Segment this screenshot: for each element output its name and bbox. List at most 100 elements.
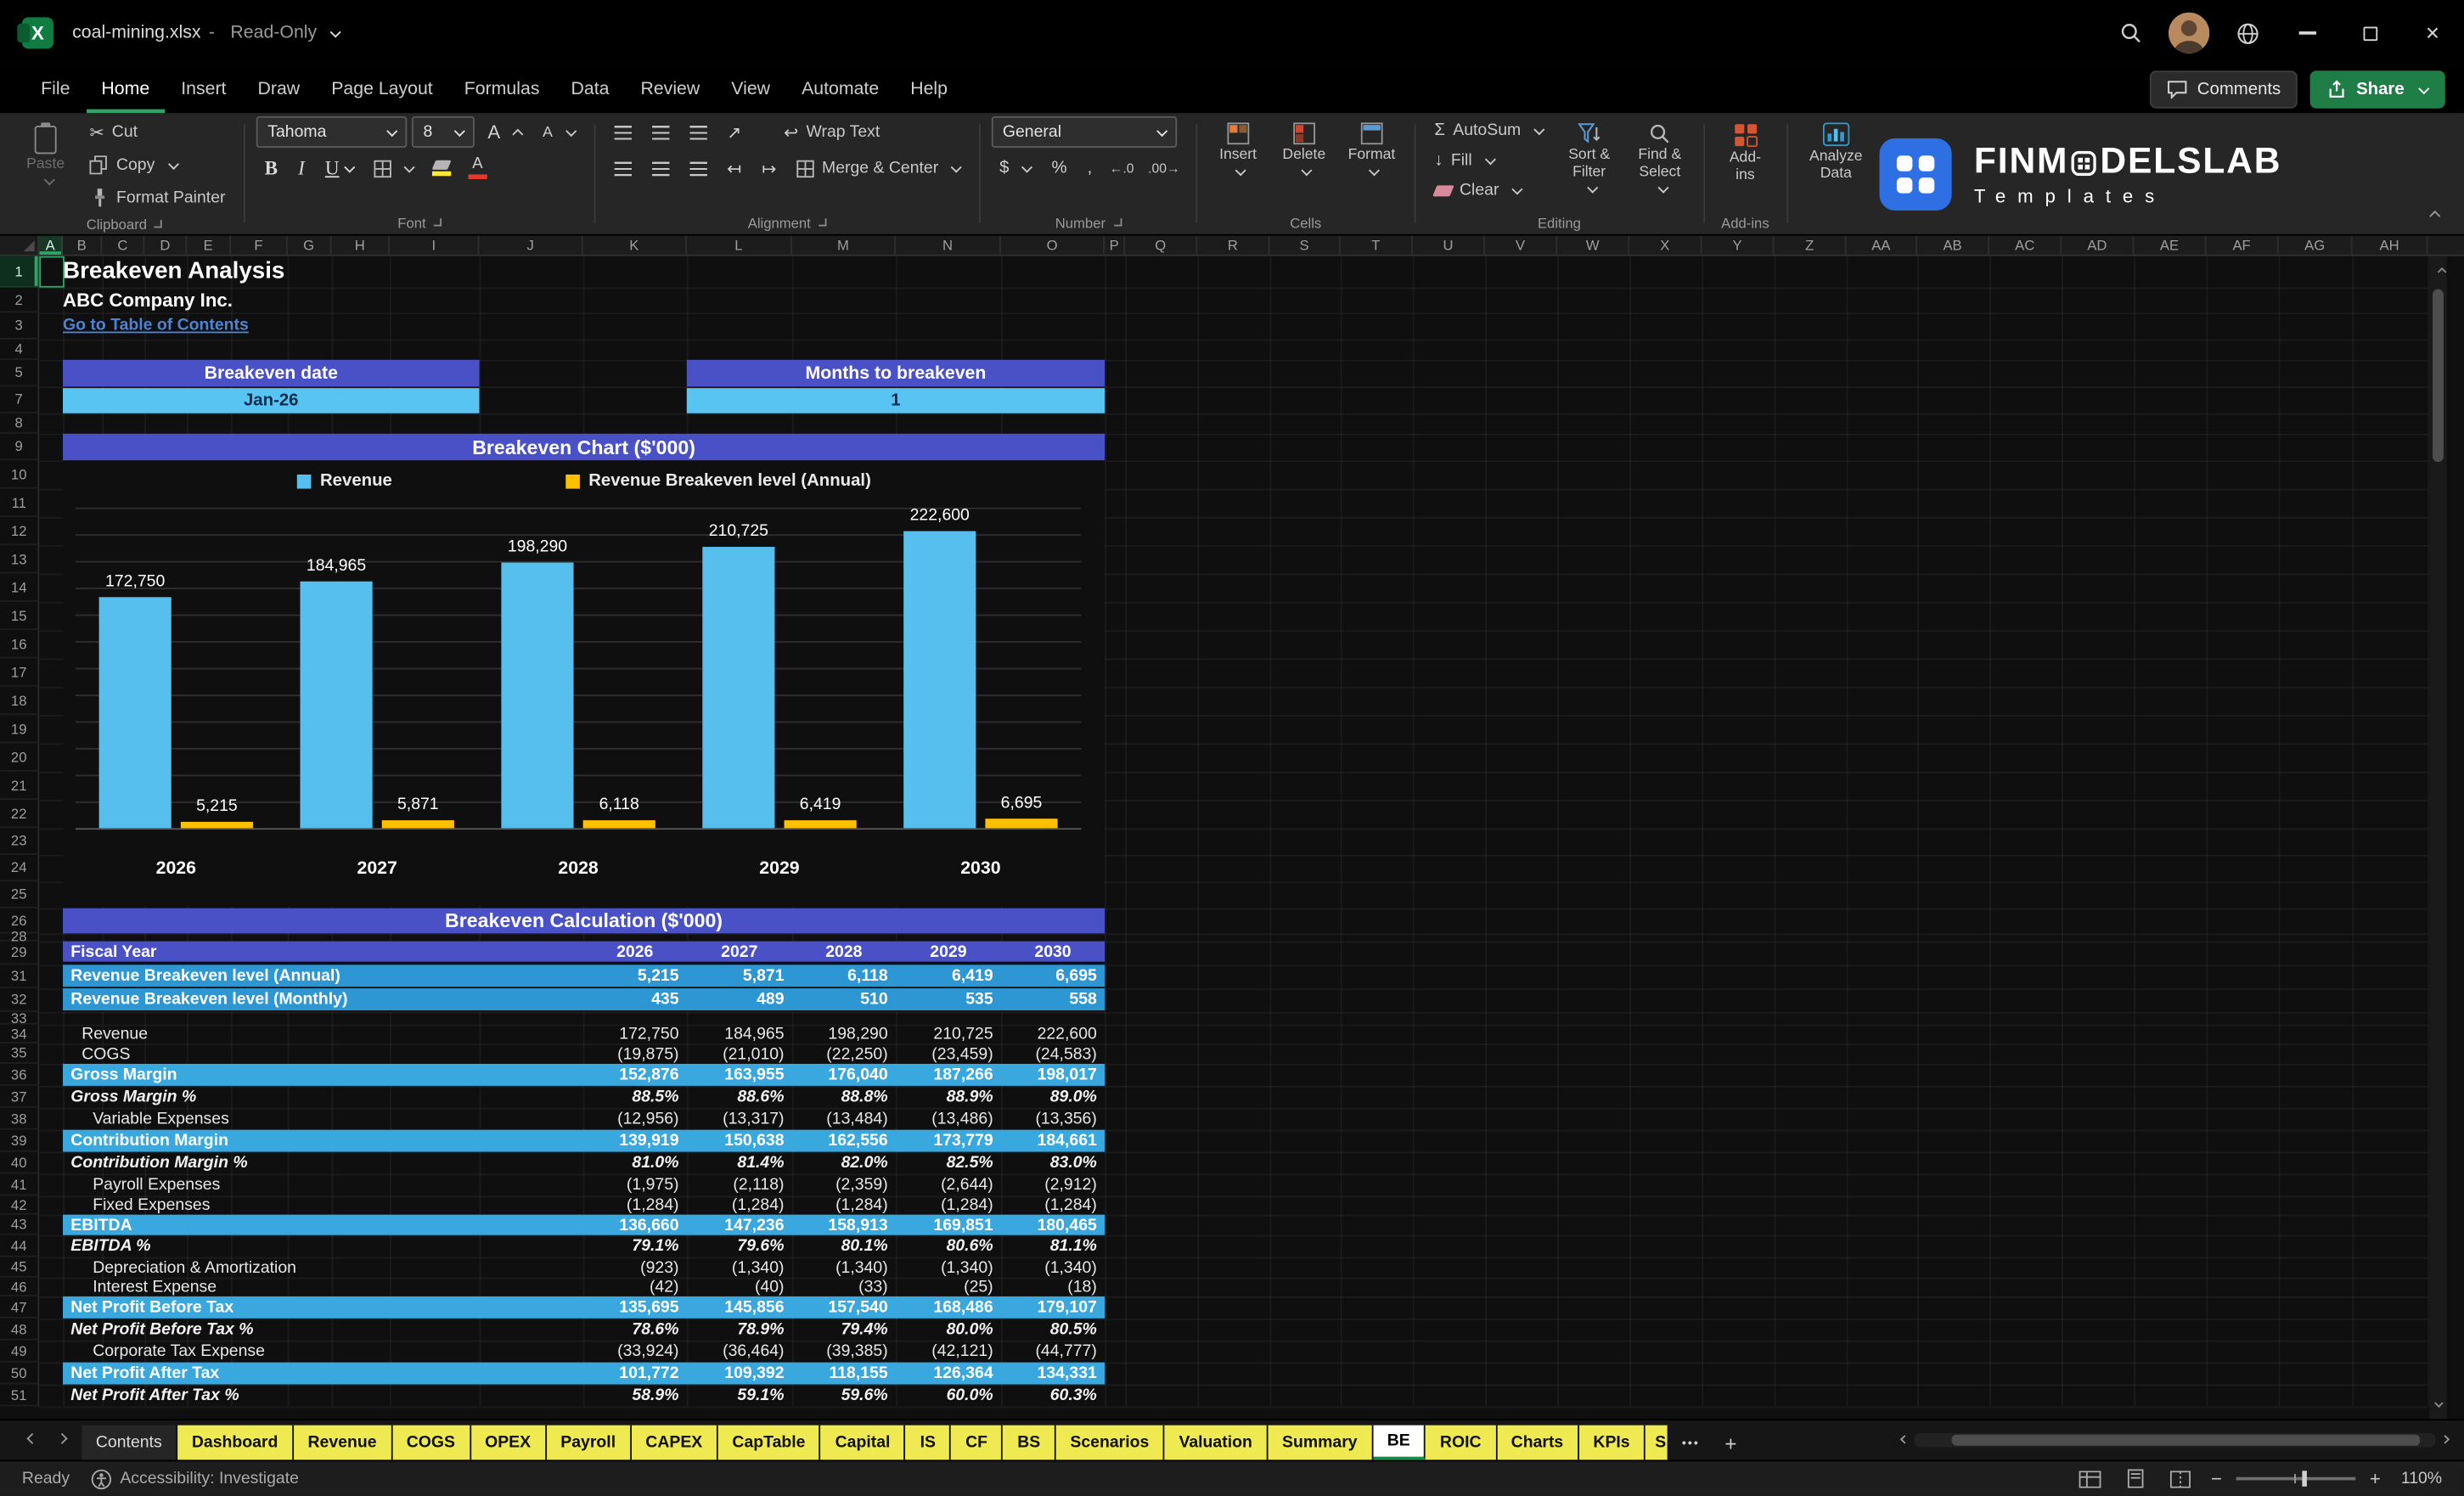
increase-font-button[interactable]: A [480, 116, 530, 148]
column-header-C[interactable]: C [102, 235, 145, 255]
row-header-32[interactable]: 32 [0, 988, 40, 1012]
accessibility-status[interactable]: Accessibility: Investigate [92, 1468, 299, 1489]
cell-value[interactable]: 6,419 [896, 965, 1001, 987]
fill-button[interactable]: ↓ Fill [1426, 146, 1550, 174]
column-header-O[interactable]: O [1001, 235, 1105, 255]
cell-value[interactable]: 135,695 [583, 1296, 687, 1319]
user-avatar[interactable] [2169, 12, 2210, 53]
font-size-select[interactable]: 8 [412, 115, 475, 148]
sheet-tab-valuation[interactable]: Valuation [1164, 1425, 1269, 1460]
increase-indent-button[interactable]: ↦ [754, 153, 785, 184]
zoom-slider[interactable] [2236, 1471, 2356, 1487]
column-header-F[interactable]: F [231, 235, 288, 255]
column-header-AB[interactable]: AB [1917, 235, 1990, 255]
revenue-bar[interactable] [300, 581, 373, 829]
accounting-format-button[interactable]: $ [992, 153, 1039, 184]
row-header-29[interactable]: 29 [0, 941, 40, 965]
cell-value[interactable]: (1,340) [896, 1257, 1001, 1278]
page-break-view-button[interactable] [2165, 1466, 2197, 1492]
table-row[interactable]: Net Profit After Tax % 58.9% 59.1% 59.6% 60.… [63, 1385, 1105, 1407]
column-header-I[interactable]: I [390, 235, 480, 255]
breakeven-date-value[interactable]: Jan-26 [63, 388, 480, 413]
column-header-X[interactable]: X [1629, 235, 1702, 255]
cell-value[interactable]: 59.1% [687, 1385, 792, 1407]
sheet-tab-be[interactable]: BE [1373, 1425, 1426, 1460]
cell-value[interactable]: 60.0% [896, 1385, 1001, 1407]
row-header-3[interactable]: 3 [0, 312, 40, 340]
cell-value[interactable]: (23,459) [896, 1043, 1001, 1064]
sheet-tab-is[interactable]: IS [905, 1425, 952, 1460]
breakeven-bar[interactable] [381, 820, 454, 829]
horizontal-scroll-thumb[interactable] [1951, 1434, 2421, 1446]
maximize-button[interactable] [2338, 0, 2401, 66]
cell-value[interactable]: (1,284) [583, 1195, 687, 1214]
row-header-23[interactable]: 23 [0, 828, 40, 855]
column-header-N[interactable]: N [896, 235, 1001, 255]
menu-item-file[interactable]: File [25, 66, 86, 114]
cell-value[interactable]: 58.9% [583, 1385, 687, 1407]
row-header-44[interactable]: 44 [0, 1234, 40, 1257]
scroll-left-arrow[interactable] [1899, 1434, 1910, 1443]
autosum-button[interactable]: Σ AutoSum [1426, 116, 1550, 144]
cell-value[interactable]: 88.8% [792, 1086, 896, 1108]
merge-center-button[interactable]: Merge & Center [789, 153, 968, 184]
row-header-39[interactable]: 39 [0, 1129, 40, 1152]
sheet-tab-payroll[interactable]: Payroll [546, 1425, 632, 1460]
vertical-scrollbar[interactable] [2429, 256, 2447, 1420]
cell-value[interactable]: (2,644) [896, 1174, 1001, 1196]
table-row[interactable]: Revenue Breakeven level (Annual) 5,215 5,8… [63, 965, 1105, 989]
row-header-51[interactable]: 51 [0, 1384, 40, 1407]
normal-view-button[interactable] [2074, 1466, 2106, 1492]
globe-button[interactable] [2219, 0, 2276, 66]
cell-value[interactable]: (2,118) [687, 1174, 792, 1196]
sheet-tab-kpis[interactable]: KPIs [1578, 1425, 1646, 1460]
cell-value[interactable]: (1,284) [896, 1195, 1001, 1214]
cell-value[interactable]: 150,638 [687, 1130, 792, 1152]
cell-value[interactable]: 81.4% [687, 1152, 792, 1174]
more-sheets-button[interactable]: ••• [1669, 1426, 1713, 1460]
cell-value[interactable]: 168,486 [896, 1296, 1001, 1319]
table-row[interactable]: Fixed Expenses (1,284) (1,284) (1,284) (1,28… [63, 1195, 1105, 1214]
cell-value[interactable]: (1,284) [687, 1195, 792, 1214]
wrap-text-button[interactable]: ↩ Wrap Text [776, 116, 888, 148]
cell-value[interactable]: 82.5% [896, 1152, 1001, 1174]
sheet-tab-bs[interactable]: BS [1003, 1425, 1056, 1460]
table-row[interactable]: Net Profit After Tax 101,772 109,392 118,15… [63, 1362, 1105, 1385]
sheet-tab-contents[interactable]: Contents [82, 1425, 178, 1460]
spreadsheet-grid[interactable]: 1 2 3 4 5 7 8 9 10 11 12 13 14 15 16 17 18 19 20 21 22 23 24 25… [0, 256, 2464, 1420]
bold-button[interactable]: B [256, 153, 285, 184]
cell-value[interactable]: (42,121) [896, 1341, 1001, 1363]
table-of-contents-link[interactable]: Go to Table of Contents [63, 316, 249, 335]
column-header-Q[interactable]: Q [1125, 235, 1198, 255]
cell-value[interactable]: 5,215 [583, 965, 687, 987]
cell-value[interactable]: (1,340) [792, 1257, 896, 1278]
table-row[interactable]: Gross Margin 152,876 163,955 176,040 187,266… [63, 1063, 1105, 1086]
table-row[interactable]: EBITDA 136,660 147,236 158,913 169,851 180,46… [63, 1214, 1105, 1235]
cell-value[interactable]: 198,017 [1001, 1064, 1105, 1086]
cell-value[interactable]: 176,040 [792, 1064, 896, 1086]
menu-item-draw[interactable]: Draw [242, 66, 316, 114]
row-header-9[interactable]: 9 [0, 433, 40, 461]
share-button[interactable]: Share [2310, 70, 2445, 109]
font-dialog-launcher[interactable] [433, 218, 442, 227]
addins-button[interactable]: Add-ins [1715, 116, 1775, 187]
row-header-14[interactable]: 14 [0, 573, 40, 602]
insert-cells-button[interactable]: Insert [1208, 116, 1268, 177]
menu-item-view[interactable]: View [716, 66, 786, 114]
align-left-button[interactable] [606, 153, 639, 184]
table-row[interactable]: Net Profit Before Tax 135,695 145,856 157,5… [63, 1296, 1105, 1319]
row-header-43[interactable]: 43 [0, 1214, 40, 1235]
menu-item-home[interactable]: Home [86, 66, 166, 114]
cell-value[interactable]: 79.4% [792, 1319, 896, 1341]
column-header-W[interactable]: W [1557, 235, 1630, 255]
scroll-right-arrow[interactable] [2440, 1434, 2450, 1443]
cell-value[interactable]: 489 [687, 988, 792, 1010]
cell-value[interactable]: 81.1% [1001, 1235, 1105, 1257]
sheet-tab-revenue[interactable]: Revenue [293, 1425, 393, 1460]
horizontal-scrollbar[interactable] [1895, 1430, 2450, 1450]
cell-value[interactable]: 80.5% [1001, 1319, 1105, 1341]
cell-value[interactable]: 80.1% [792, 1235, 896, 1257]
cell-value[interactable]: (923) [583, 1257, 687, 1278]
row-header-37[interactable]: 37 [0, 1085, 40, 1108]
table-row[interactable]: Gross Margin % 88.5% 88.6% 88.8% 88.9% 89.0% [63, 1086, 1105, 1108]
